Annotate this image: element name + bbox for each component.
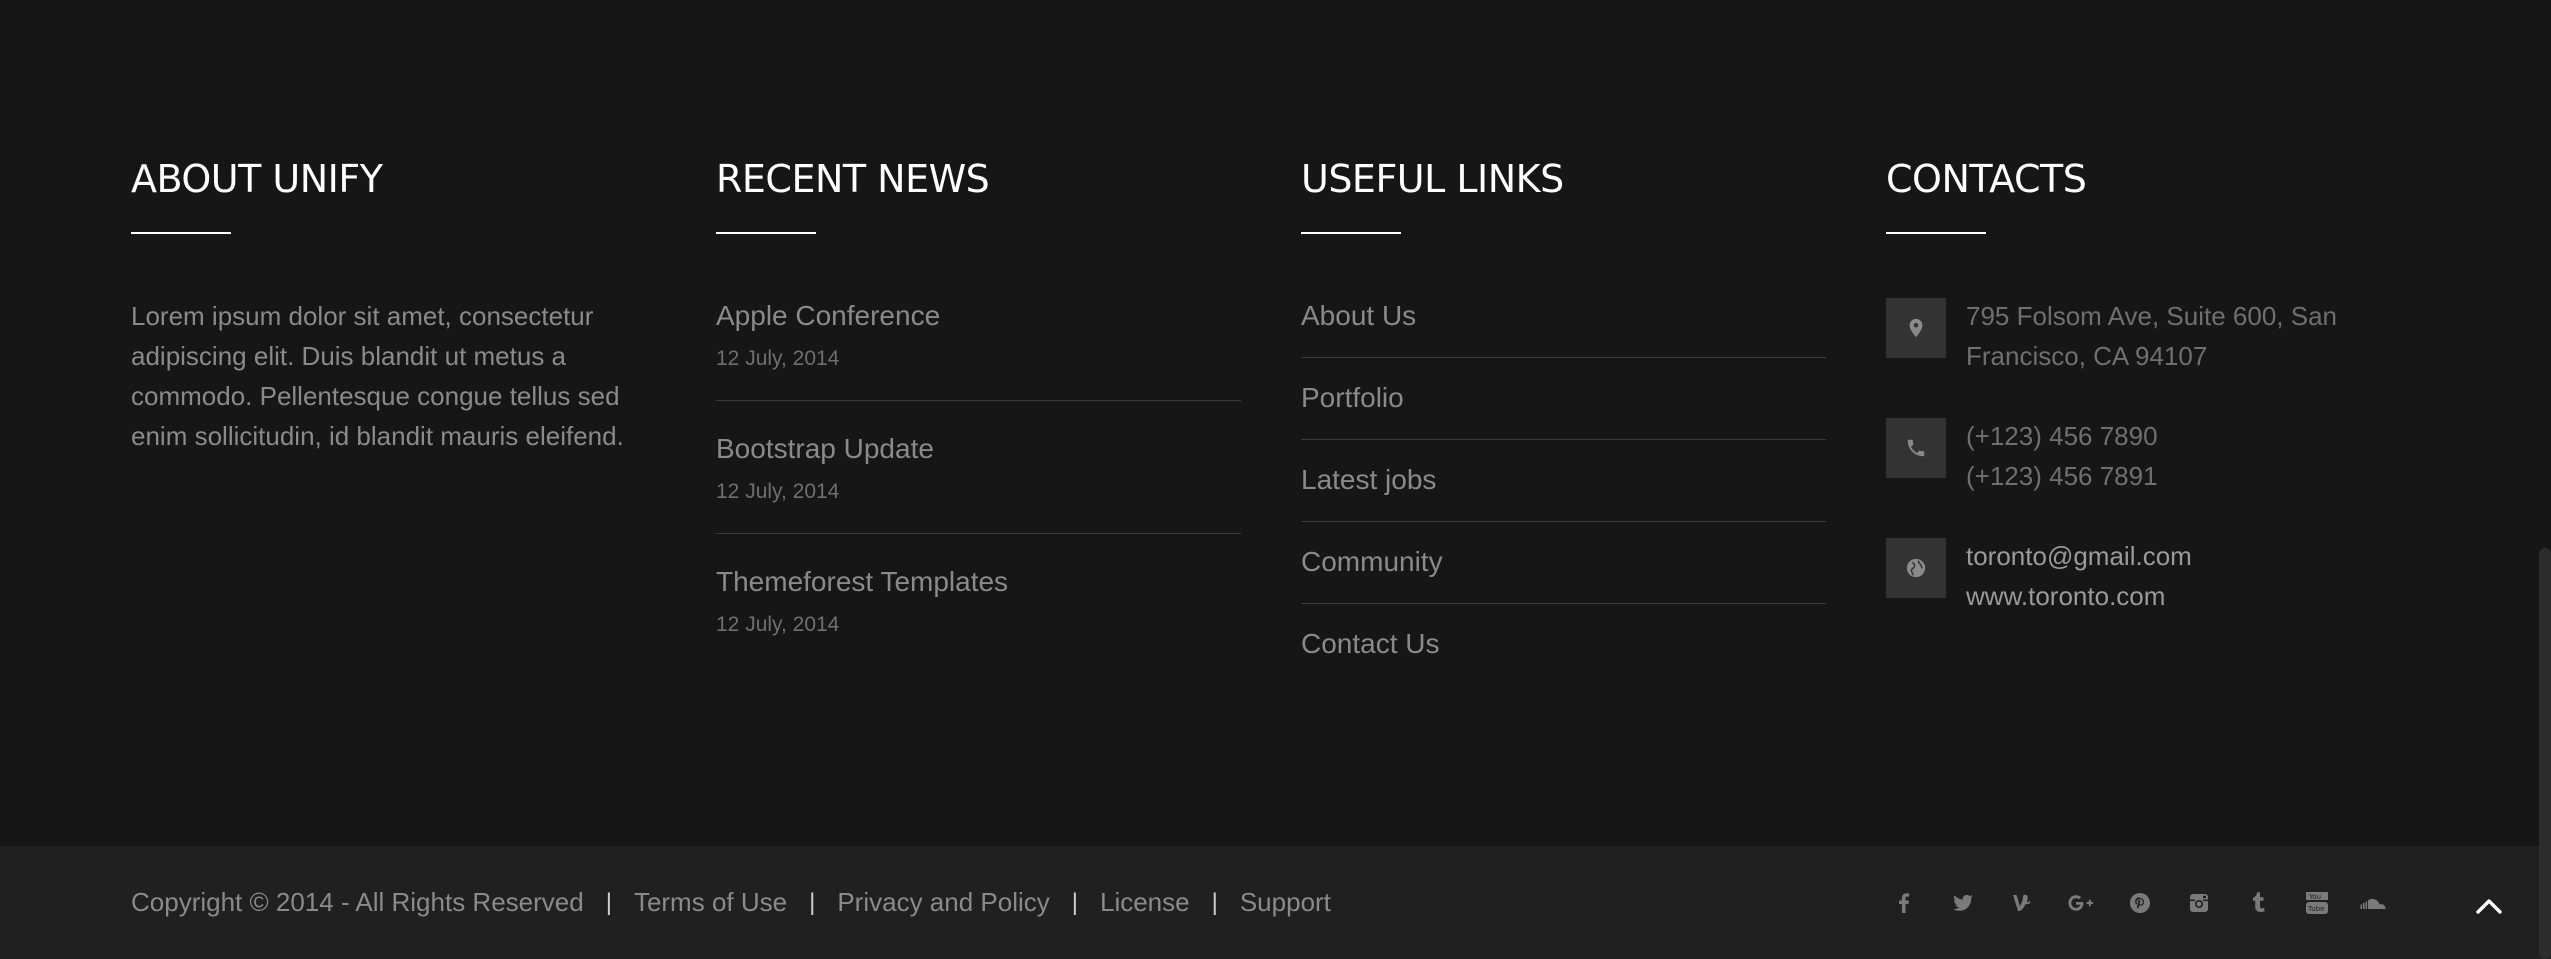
web-text: toronto@gmail.com www.toronto.com <box>1966 536 2192 616</box>
news-list: Apple Conference 12 July, 2014 Bootstrap… <box>716 296 1241 666</box>
map-marker-icon <box>1886 298 1946 358</box>
website-link[interactable]: www.toronto.com <box>1966 576 2192 616</box>
links-list: About Us Portfolio Latest jobs Community… <box>1301 296 1826 685</box>
link-community[interactable]: Community <box>1301 542 1826 604</box>
license-link[interactable]: License <box>1100 887 1190 918</box>
terms-of-use-link[interactable]: Terms of Use <box>634 887 787 918</box>
address-line-1: 795 Folsom Ave, Suite 600, San <box>1966 301 2337 331</box>
separator: | <box>605 888 612 916</box>
news-date: 12 July, 2014 <box>716 613 840 636</box>
twitter-icon[interactable] <box>1939 879 1987 927</box>
recent-news-column: RECENT NEWS Apple Conference 12 July, 20… <box>716 152 1241 694</box>
heading-underline <box>131 232 231 234</box>
news-item: Apple Conference 12 July, 2014 <box>716 296 1241 401</box>
contacts-list: 795 Folsom Ave, Suite 600, San Francisco… <box>1886 296 2446 616</box>
phone-1: (+123) 456 7890 <box>1966 421 2158 451</box>
copyright-text: Copyright © 2014 - All Rights Reserved <box>131 887 584 917</box>
separator: | <box>1211 888 1218 916</box>
about-heading: ABOUT UNIFY <box>131 157 383 201</box>
footer-main: ABOUT UNIFY Lorem ipsum dolor sit amet, … <box>0 0 2551 846</box>
heading-underline <box>716 232 816 234</box>
contacts-column: CONTACTS 795 Folsom Ave, Suite 600, San … <box>1886 152 2446 656</box>
svg-text:Tube: Tube <box>2307 905 2324 913</box>
google-plus-icon[interactable] <box>2057 879 2105 927</box>
phone-icon <box>1886 418 1946 478</box>
news-item: Bootstrap Update 12 July, 2014 <box>716 429 1241 534</box>
footer-bottom-bar: Copyright © 2014 - All Rights Reserved |… <box>0 846 2551 959</box>
news-date: 12 July, 2014 <box>716 480 840 503</box>
soundcloud-icon[interactable] <box>2352 879 2400 927</box>
copyright-bar: Copyright © 2014 - All Rights Reserved |… <box>131 846 1331 959</box>
about-text: Lorem ipsum dolor sit amet, consectetur … <box>131 301 624 451</box>
news-title-link[interactable]: Themeforest Templates <box>716 562 1241 602</box>
useful-links-heading: USEFUL LINKS <box>1301 157 1564 201</box>
news-item: Themeforest Templates 12 July, 2014 <box>716 562 1241 666</box>
phone-text: (+123) 456 7890 (+123) 456 7891 <box>1966 416 2158 496</box>
link-about-us[interactable]: About Us <box>1301 296 1826 358</box>
recent-news-heading: RECENT NEWS <box>716 157 990 201</box>
heading-underline <box>1886 232 1986 234</box>
social-icons: You Tube <box>1869 846 2400 959</box>
news-title-link[interactable]: Bootstrap Update <box>716 429 1241 469</box>
vine-icon[interactable] <box>1998 879 2046 927</box>
heading-underline <box>1301 232 1401 234</box>
facebook-icon[interactable] <box>1880 879 1928 927</box>
privacy-policy-link[interactable]: Privacy and Policy <box>837 887 1049 918</box>
news-date: 12 July, 2014 <box>716 347 840 370</box>
globe-icon <box>1886 538 1946 598</box>
phone-2: (+123) 456 7891 <box>1966 461 2158 491</box>
useful-links-column: USEFUL LINKS About Us Portfolio Latest j… <box>1301 152 1826 705</box>
support-link[interactable]: Support <box>1240 887 1331 918</box>
scrollbar[interactable] <box>2539 548 2551 959</box>
contacts-heading: CONTACTS <box>1886 157 2087 201</box>
instagram-icon[interactable] <box>2175 879 2223 927</box>
youtube-icon[interactable]: You Tube <box>2293 879 2341 927</box>
email-link[interactable]: toronto@gmail.com <box>1966 536 2192 576</box>
svg-text:You: You <box>2308 893 2321 901</box>
contact-phone: (+123) 456 7890 (+123) 456 7891 <box>1886 416 2446 496</box>
address-line-2: Francisco, CA 94107 <box>1966 341 2208 371</box>
contact-web: toronto@gmail.com www.toronto.com <box>1886 536 2446 616</box>
link-portfolio[interactable]: Portfolio <box>1301 378 1826 440</box>
link-latest-jobs[interactable]: Latest jobs <box>1301 460 1826 522</box>
address-text: 795 Folsom Ave, Suite 600, San Francisco… <box>1966 296 2337 376</box>
news-title-link[interactable]: Apple Conference <box>716 296 1241 336</box>
about-column: ABOUT UNIFY Lorem ipsum dolor sit amet, … <box>131 152 651 456</box>
back-to-top-chevron-up-icon[interactable] <box>2467 888 2511 924</box>
contact-address: 795 Folsom Ave, Suite 600, San Francisco… <box>1886 296 2446 376</box>
separator: | <box>1071 888 1078 916</box>
tumblr-icon[interactable] <box>2234 879 2282 927</box>
link-contact-us[interactable]: Contact Us <box>1301 624 1826 685</box>
pinterest-icon[interactable] <box>2116 879 2164 927</box>
separator: | <box>809 888 816 916</box>
